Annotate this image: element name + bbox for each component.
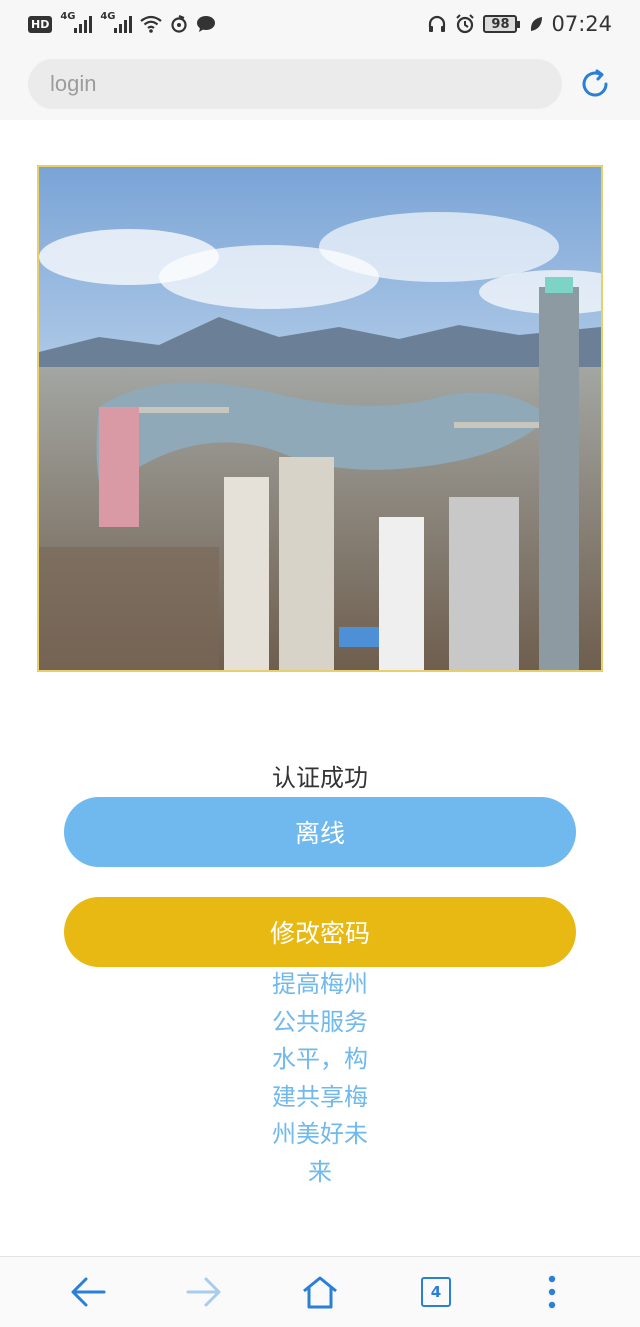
wifi-icon [140, 15, 163, 33]
status-left: HD 4G 4G [28, 11, 216, 33]
city-panorama-graphic [39, 167, 601, 670]
address-bar-row [0, 48, 640, 120]
change-password-button[interactable]: 修改密码 [64, 897, 576, 967]
sync-icon [171, 15, 187, 33]
auth-status-text: 认证成功 [272, 764, 368, 792]
tabs-icon: 4 [421, 1277, 451, 1307]
back-arrow-icon [71, 1277, 106, 1307]
alarm-icon [456, 14, 475, 34]
more-menu-button[interactable] [527, 1267, 577, 1317]
headphones-icon [429, 15, 446, 32]
reload-icon[interactable] [578, 67, 612, 101]
url-input[interactable] [28, 59, 562, 109]
signal-label: 4G [100, 11, 116, 22]
browser-bottom-nav: 4 [0, 1256, 640, 1327]
forward-arrow-icon [186, 1277, 221, 1307]
status-bar: HD 4G 4G 98 07:24 [0, 0, 640, 48]
signal-label: 4G [60, 11, 76, 22]
signal-strength-icon: 4G [60, 11, 93, 33]
clock: 07:24 [551, 12, 612, 36]
tabs-button[interactable]: 4 [411, 1267, 461, 1317]
status-right: 98 07:24 [427, 12, 612, 36]
offline-button[interactable]: 离线 [64, 797, 576, 867]
back-button[interactable] [63, 1267, 113, 1317]
signal-strength-icon: 4G [100, 11, 133, 33]
more-vertical-icon [548, 1275, 556, 1309]
home-button[interactable] [295, 1267, 345, 1317]
home-icon [303, 1276, 337, 1309]
leaf-icon [531, 17, 543, 31]
city-panorama-image [37, 165, 603, 672]
forward-button[interactable] [179, 1267, 229, 1317]
battery-indicator: 98 [483, 15, 521, 33]
chat-icon [197, 16, 216, 32]
slogan-text: 提高梅州公共服务水平，构建共享梅州美好未来 [272, 970, 368, 1186]
hd-badge: HD [28, 15, 53, 33]
